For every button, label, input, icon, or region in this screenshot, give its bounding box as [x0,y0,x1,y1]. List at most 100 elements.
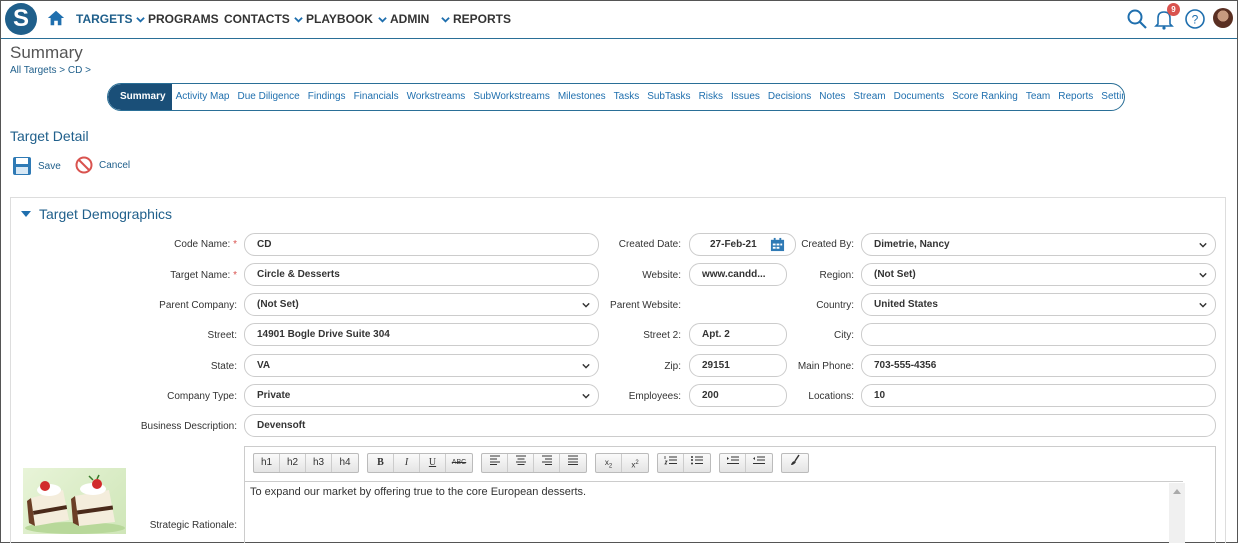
tab-score-ranking[interactable]: Score Ranking [948,84,1022,110]
target-name-field[interactable]: Circle & Desserts [244,263,599,286]
tab-due-diligence[interactable]: Due Diligence [233,84,303,110]
tab-issues[interactable]: Issues [727,84,764,110]
main-phone-field[interactable]: 703-555-4356 [861,354,1216,377]
nav-targets[interactable]: TARGETS [76,12,132,26]
nav-reports[interactable]: REPORTS [441,12,511,26]
tab-activity-map[interactable]: Activity Map [172,84,234,110]
locations-field[interactable]: 10 [861,384,1216,407]
nav-admin[interactable]: ADMIN [378,12,429,26]
clear-format-brush-icon[interactable] [782,454,808,472]
save-button[interactable]: Save [12,156,61,176]
tab-documents[interactable]: Documents [890,84,949,110]
target-name-label-text: Target Name: [170,270,231,281]
strikethrough-button[interactable]: ABC [446,454,472,472]
nav-programs[interactable]: PROGRAMS [136,12,219,26]
demographics-toggle[interactable]: Target Demographics [21,206,172,222]
tab-subtasks[interactable]: SubTasks [643,84,694,110]
align-justify-icon[interactable] [560,454,586,472]
employees-field[interactable]: 200 [689,384,787,407]
cancel-button[interactable]: Cancel [75,156,130,174]
h1-button[interactable]: h1 [254,454,280,472]
company-type-select[interactable]: Private [244,384,599,407]
collapse-triangle-icon [21,211,31,217]
tab-milestones[interactable]: Milestones [554,84,610,110]
tab-risks[interactable]: Risks [695,84,727,110]
strategic-rationale-editor: h1 h2 h3 h4 B I U ABC x2 x2 To expand ou… [244,446,1216,543]
indent-icon[interactable] [720,454,746,472]
tab-subworkstreams[interactable]: SubWorkstreams [469,84,554,110]
tab-findings[interactable]: Findings [304,84,350,110]
app-logo[interactable]: S [5,3,37,35]
tab-stream[interactable]: Stream [849,84,889,110]
main-phone-label: Main Phone: [797,361,854,372]
chevron-down-icon [582,393,590,399]
align-right-icon[interactable] [534,454,560,472]
align-left-icon[interactable] [482,454,508,472]
outdent-icon[interactable] [746,454,772,472]
company-type-value: Private [257,390,291,401]
editor-scrollbar[interactable] [1169,483,1185,543]
created-by-select[interactable]: Dimetrie, Nancy [861,233,1216,256]
h3-button[interactable]: h3 [306,454,332,472]
target-detail-title: Target Detail [10,128,89,144]
tab-decisions[interactable]: Decisions [764,84,815,110]
nav-playbook[interactable]: PLAYBOOK [294,12,373,26]
format-group: B I U ABC [367,453,473,473]
notification-badge: 9 [1167,3,1180,16]
tab-tasks[interactable]: Tasks [610,84,644,110]
tab-reports[interactable]: Reports [1054,84,1097,110]
h2-button[interactable]: h2 [280,454,306,472]
parent-company-select[interactable]: (Not Set) [244,293,599,316]
home-icon[interactable] [47,9,65,27]
list-group [657,453,711,473]
website-field[interactable]: www.candd... [689,263,787,286]
script-group: x2 x2 [595,453,649,473]
svg-text:?: ? [1192,13,1199,27]
top-navbar: S TARGETS PROGRAMS CONTACTS PLAYBOOK ADM… [1,1,1237,39]
breadcrumb-separator: > [85,65,91,76]
strategic-rationale-text[interactable]: To expand our market by offering true to… [245,481,1183,543]
italic-button[interactable]: I [394,454,420,472]
nav-contacts[interactable]: CONTACTS [224,12,290,26]
breadcrumb-cd[interactable]: CD [68,65,82,76]
business-description-label: Business Description: [140,421,237,432]
unordered-list-icon[interactable] [684,454,710,472]
created-date-field[interactable]: 27-Feb-21 [689,233,796,256]
tab-settings[interactable]: Settings [1097,84,1124,110]
street-field[interactable]: 14901 Bogle Drive Suite 304 [244,323,599,346]
tab-team[interactable]: Team [1022,84,1054,110]
h4-button[interactable]: h4 [332,454,358,472]
bold-button[interactable]: B [368,454,394,472]
superscript-icon[interactable]: x2 [622,454,648,472]
breadcrumb-all-targets[interactable]: All Targets [10,65,57,76]
ordered-list-icon[interactable] [658,454,684,472]
user-avatar[interactable] [1213,8,1233,28]
scroll-up-icon[interactable] [1173,489,1181,494]
strategic-rationale-label: Strategic Rationale: [149,520,237,531]
code-name-label: Code Name: * [174,239,237,250]
help-icon[interactable]: ? [1184,8,1206,30]
business-description-field[interactable]: Devensoft [244,414,1216,437]
calendar-icon[interactable] [770,237,785,252]
underline-button[interactable]: U [420,454,446,472]
street2-field[interactable]: Apt. 2 [689,323,787,346]
align-group [481,453,587,473]
tab-workstreams[interactable]: Workstreams [403,84,470,110]
chevron-down-icon [441,16,450,23]
code-name-field[interactable]: CD [244,233,599,256]
zip-field[interactable]: 29151 [689,354,787,377]
tab-financials[interactable]: Financials [350,84,403,110]
align-center-icon[interactable] [508,454,534,472]
city-field[interactable] [861,323,1216,346]
tab-summary[interactable]: Summary [108,84,172,110]
parent-company-value: (Not Set) [257,299,299,310]
country-select[interactable]: United States [861,293,1216,316]
save-icon [13,157,31,175]
state-select[interactable]: VA [244,354,599,377]
region-select[interactable]: (Not Set) [861,263,1216,286]
code-name-label-text: Code Name: [174,239,231,250]
subscript-icon[interactable]: x2 [596,454,622,472]
tab-notes[interactable]: Notes [815,84,849,110]
search-icon[interactable] [1126,8,1148,30]
locations-label: Locations: [808,391,854,402]
